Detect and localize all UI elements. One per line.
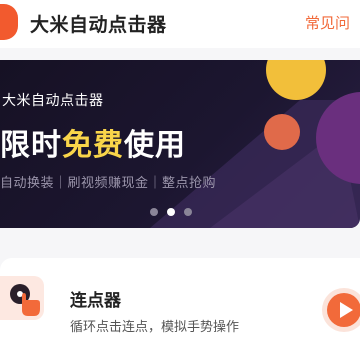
banner-subtitle: 自动换装｜刷视频赚现金｜整点抢购 xyxy=(0,176,217,191)
carousel-dot[interactable] xyxy=(184,208,192,216)
headline-part-1: 限时 xyxy=(0,128,62,163)
play-icon xyxy=(340,302,353,318)
banner-headline: 限时免费使用 xyxy=(0,120,186,164)
app-header: 大米自动点击器 常见问 xyxy=(0,0,360,48)
carousel-dot[interactable] xyxy=(150,208,158,216)
banner-app-name: 大米自动点击器 xyxy=(2,93,104,109)
app-logo xyxy=(0,4,18,40)
faq-link[interactable]: 常见问 xyxy=(305,12,350,33)
card-title: 连点器 xyxy=(70,291,121,311)
auto-clicker-card[interactable]: 连点器 循环点击连点，模拟手势操作 xyxy=(0,258,360,360)
promo-banner[interactable]: 大米自动点击器 限时免费使用 自动换装｜刷视频赚现金｜整点抢购 xyxy=(0,60,360,228)
card-description: 循环点击连点，模拟手势操作 xyxy=(70,320,240,335)
app-title: 大米自动点击器 xyxy=(30,14,167,36)
tap-hand-icon xyxy=(0,276,44,320)
carousel-indicator xyxy=(150,208,192,216)
headline-part-3: 使用 xyxy=(124,128,186,163)
headline-part-2: 免费 xyxy=(62,128,124,163)
start-button[interactable] xyxy=(322,288,360,332)
carousel-dot-active[interactable] xyxy=(167,208,175,216)
